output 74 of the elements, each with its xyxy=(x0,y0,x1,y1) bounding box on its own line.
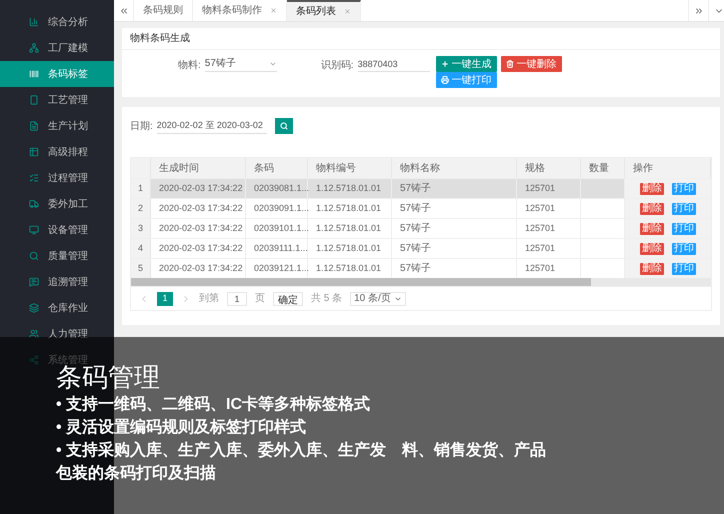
horizontal-scrollbar[interactable] xyxy=(131,278,711,286)
message-icon xyxy=(29,277,39,287)
sidebar-item[interactable]: 工艺管理 xyxy=(0,87,114,113)
table-row[interactable]: 2 2020-02-03 17:34:22 02039091.1... 1.12.5718.01.01 57铸子 125701 删除 打印 xyxy=(131,198,711,218)
truck-icon xyxy=(29,199,39,209)
table-row[interactable]: 1 2020-02-03 17:34:22 02039081.1... 1.12.5718.01.01 57铸子 125701 删除 打印 xyxy=(131,178,711,198)
share-icon xyxy=(29,355,39,365)
field-label: 识别码: xyxy=(320,59,354,73)
confirm-button[interactable]: 确定 xyxy=(273,292,303,306)
field-label: 物料: xyxy=(178,58,201,73)
double-chevron-right-icon xyxy=(694,6,704,16)
row-delete-button[interactable]: 删除 xyxy=(640,242,664,254)
caption-bullet: • 支持采购入库、生产入库、委外入库、生产发 料、销售发货、产品包装的条码打印及扫描 xyxy=(56,440,548,484)
search-icon xyxy=(280,122,288,130)
page-input-field[interactable]: 1 xyxy=(227,292,247,306)
caption-bullet: • 支持一维码、二维码、IC卡等多种标签格式 xyxy=(56,394,372,415)
sidebar-item[interactable]: 工厂建模 xyxy=(0,35,114,61)
field-label: 日期: xyxy=(130,120,153,134)
layers-icon xyxy=(29,303,39,313)
table-row[interactable]: 4 2020-02-03 17:34:22 02039111.1... 1.12.5718.01.01 57铸子 125701 删除 打印 xyxy=(131,238,711,258)
hierarchy-icon xyxy=(29,43,39,53)
tab[interactable]: 条码规则 xyxy=(134,0,193,21)
monitor-icon xyxy=(29,225,39,235)
row-number: 4 xyxy=(131,239,151,258)
close-icon[interactable] xyxy=(344,8,351,15)
goto-label: 到第 xyxy=(199,292,219,306)
row-number: 2 xyxy=(131,199,151,218)
tab[interactable]: 条码列表 xyxy=(287,0,361,21)
plus-icon xyxy=(440,60,449,68)
table-icon xyxy=(29,147,39,157)
row-delete-button[interactable]: 删除 xyxy=(640,262,664,274)
close-icon[interactable] xyxy=(270,7,277,14)
document-icon xyxy=(29,121,39,131)
sidebar-item[interactable]: 委外加工 xyxy=(0,191,114,217)
sidebar-item[interactable]: 综合分析 xyxy=(0,9,114,35)
search-button[interactable] xyxy=(274,118,293,134)
date-range-field[interactable]: 2020-02-02 至 2020-03-02 xyxy=(156,118,267,134)
list-icon xyxy=(29,173,39,183)
caption-bullet: • 灵活设置编码规则及标签打印样式 xyxy=(56,417,308,438)
row-number: 5 xyxy=(131,259,151,278)
page-label: 页 xyxy=(255,292,265,306)
sidebar-item[interactable]: 设备管理 xyxy=(0,217,114,243)
table-row[interactable]: 3 2020-02-03 17:34:22 02039101.1... 1.12.5718.01.01 57铸子 125701 删除 打印 xyxy=(131,218,711,238)
generate-button[interactable]: 一键生成 xyxy=(436,56,497,72)
sidebar-item[interactable]: 生产计划 xyxy=(0,113,114,139)
double-chevron-left-icon xyxy=(118,6,128,16)
bar-chart-icon xyxy=(29,17,39,27)
users-icon xyxy=(29,329,39,339)
panel-title: 物料条码生成 xyxy=(122,28,720,50)
row-delete-button[interactable]: 删除 xyxy=(640,182,664,194)
printer-icon xyxy=(440,76,449,84)
page-size-select[interactable]: 10 条/页 xyxy=(350,292,406,306)
sidebar-item[interactable]: 过程管理 xyxy=(0,165,114,191)
barcode-icon xyxy=(29,69,39,79)
sidebar-item[interactable]: 仓库作业 xyxy=(0,295,114,321)
sidebar-item[interactable]: 人力管理 xyxy=(0,321,114,347)
dropdown-button[interactable] xyxy=(708,0,724,21)
row-delete-button[interactable]: 删除 xyxy=(640,202,664,214)
row-number: 3 xyxy=(131,219,151,238)
page-number[interactable]: 1 xyxy=(157,292,173,306)
delete-button[interactable]: 一键删除 xyxy=(500,56,562,72)
trash-icon xyxy=(506,60,514,68)
sidebar-item[interactable]: 质量管理 xyxy=(0,243,114,269)
total-count: 共 5 条 xyxy=(311,292,342,306)
material-select[interactable]: 57铸子 xyxy=(204,56,277,72)
phone-icon xyxy=(29,95,39,105)
code-input-field[interactable]: 38870403 xyxy=(358,56,430,72)
row-delete-button[interactable]: 删除 xyxy=(640,222,664,234)
row-number: 1 xyxy=(131,179,151,198)
sidebar-item[interactable]: 追溯管理 xyxy=(0,269,114,295)
table-row[interactable]: 5 2020-02-03 17:34:22 02039121.1... 1.12.5718.01.01 57铸子 125701 删除 打印 xyxy=(131,258,711,278)
sidebar-item[interactable]: 高级排程 xyxy=(0,139,114,165)
search-icon xyxy=(29,251,39,261)
sidebar-item[interactable]: 条码标签 xyxy=(0,61,114,87)
